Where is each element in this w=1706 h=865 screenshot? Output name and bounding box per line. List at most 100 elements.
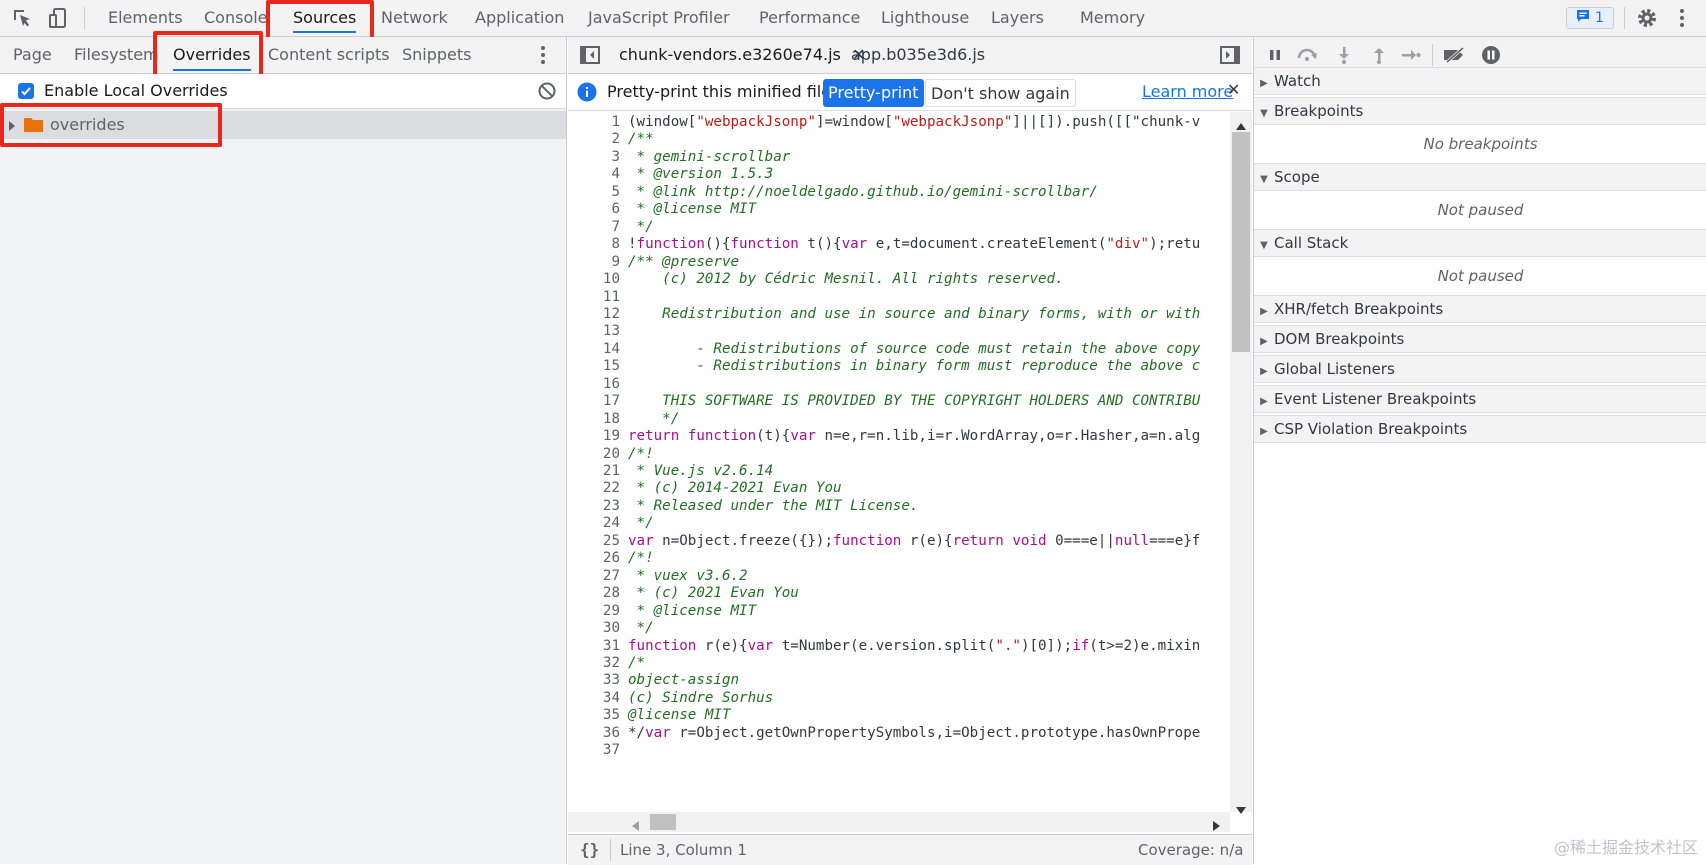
collapsed-arrow-icon[interactable]: ▶ xyxy=(1254,419,1274,445)
navigator-tab-page[interactable]: Page xyxy=(13,37,52,73)
line-number[interactable]: 16 xyxy=(568,375,620,394)
code-line[interactable]: 1 (window["webpackJsonp"]=window["webpack… xyxy=(568,113,1228,132)
pretty-print-button[interactable]: Pretty-print xyxy=(823,79,924,107)
line-number[interactable]: 3 xyxy=(568,148,620,167)
tab-layers[interactable]: Layers xyxy=(991,0,1044,36)
enable-overrides-checkbox[interactable] xyxy=(18,83,34,99)
line-number[interactable]: 7 xyxy=(568,218,620,237)
code-line[interactable]: 15 - Redistributions in binary form must… xyxy=(568,357,1228,376)
line-number[interactable]: 9 xyxy=(568,253,620,272)
code-line[interactable]: 21 * Vue.js v2.6.14 xyxy=(568,462,1228,481)
expanded-arrow-icon[interactable]: ▼ xyxy=(1254,167,1274,193)
expanded-arrow-icon[interactable]: ▼ xyxy=(1254,101,1274,127)
collapsed-arrow-icon[interactable]: ▶ xyxy=(1254,389,1274,415)
tab-performance[interactable]: Performance xyxy=(759,0,860,36)
step-icon[interactable] xyxy=(1398,42,1424,68)
line-number[interactable]: 5 xyxy=(568,183,620,202)
line-number[interactable]: 30 xyxy=(568,619,620,638)
navigator-more-icon[interactable] xyxy=(540,45,546,69)
code-line[interactable]: 29 * @license MIT xyxy=(568,602,1228,621)
line-number[interactable]: 14 xyxy=(568,340,620,359)
tree-item-overrides-folder[interactable]: overrides xyxy=(0,111,566,139)
scroll-right-arrow-icon[interactable] xyxy=(1213,817,1220,835)
collapsed-arrow-icon[interactable]: ▶ xyxy=(1254,71,1274,97)
code-line[interactable]: 14 - Redistributions of source code must… xyxy=(568,340,1228,359)
dont-show-again-button[interactable]: Don't show again xyxy=(925,79,1076,107)
vertical-scrollbar[interactable] xyxy=(1230,112,1252,814)
tab-network[interactable]: Network xyxy=(381,0,448,36)
section-header-global-listeners[interactable]: ▶ Global Listeners xyxy=(1254,355,1706,383)
collapsed-arrow-icon[interactable]: ▶ xyxy=(1254,329,1274,355)
line-number[interactable]: 36 xyxy=(568,724,620,743)
line-number[interactable]: 2 xyxy=(568,130,620,149)
scroll-left-arrow-icon[interactable] xyxy=(632,817,639,835)
code-line[interactable]: 16 xyxy=(568,375,1228,394)
device-toolbar-icon[interactable] xyxy=(44,4,72,32)
line-number[interactable]: 31 xyxy=(568,637,620,656)
tab-console[interactable]: Console xyxy=(204,0,268,36)
tab-memory[interactable]: Memory xyxy=(1080,0,1145,36)
code-line[interactable]: 12 Redistribution and use in source and … xyxy=(568,305,1228,324)
clear-overrides-icon[interactable] xyxy=(537,81,557,105)
navigator-tab-snippets[interactable]: Snippets xyxy=(402,37,472,73)
tab-application[interactable]: Application xyxy=(475,0,564,36)
navigator-tab-overrides[interactable]: Overrides xyxy=(173,37,251,73)
tab-sources[interactable]: Sources xyxy=(293,0,357,36)
vertical-scroll-thumb[interactable] xyxy=(1232,132,1250,352)
line-number[interactable]: 11 xyxy=(568,288,620,307)
pause-on-exceptions-icon[interactable] xyxy=(1478,42,1504,68)
code-line[interactable]: 3 * gemini-scrollbar xyxy=(568,148,1228,167)
section-header-call-stack[interactable]: ▼ Call Stack xyxy=(1254,229,1706,257)
tab-javascript-profiler[interactable]: JavaScript Profiler xyxy=(588,0,730,36)
code-line[interactable]: 36 */var r=Object.getOwnPropertySymbols,i… xyxy=(568,724,1228,743)
learn-more-link[interactable]: Learn more xyxy=(1142,82,1233,101)
section-header-csp-violation-breakpoints[interactable]: ▶ CSP Violation Breakpoints xyxy=(1254,415,1706,443)
code-line[interactable]: 33 object-assign xyxy=(568,671,1228,690)
navigator-tab-filesystem[interactable]: Filesystem xyxy=(74,37,159,73)
section-header-dom-breakpoints[interactable]: ▶ DOM Breakpoints xyxy=(1254,325,1706,353)
pretty-print-toggle-icon[interactable]: {} xyxy=(580,840,599,859)
line-number[interactable]: 25 xyxy=(568,532,620,551)
line-number[interactable]: 13 xyxy=(568,322,620,341)
code-line[interactable]: 34 (c) Sindre Sorhus xyxy=(568,689,1228,708)
code-line[interactable]: 7 */ xyxy=(568,218,1228,237)
code-line[interactable]: 24 */ xyxy=(568,514,1228,533)
tab-lighthouse[interactable]: Lighthouse xyxy=(881,0,969,36)
code-line[interactable]: 30 */ xyxy=(568,619,1228,638)
line-number[interactable]: 17 xyxy=(568,392,620,411)
line-number[interactable]: 26 xyxy=(568,549,620,568)
line-number[interactable]: 23 xyxy=(568,497,620,516)
code-line[interactable]: 35 @license MIT xyxy=(568,706,1228,725)
code-line[interactable]: 17 THIS SOFTWARE IS PROVIDED BY THE COPY… xyxy=(568,392,1228,411)
line-number[interactable]: 34 xyxy=(568,689,620,708)
code-line[interactable]: 37 xyxy=(568,741,1228,760)
editor-tab-chunk-vendors[interactable]: chunk-vendors.e3260e74.js ✕ xyxy=(619,37,865,73)
line-number[interactable]: 18 xyxy=(568,410,620,429)
section-header-xhr-fetch-breakpoints[interactable]: ▶ XHR/fetch Breakpoints xyxy=(1254,295,1706,323)
line-number[interactable]: 1 xyxy=(568,113,620,132)
line-number[interactable]: 24 xyxy=(568,514,620,533)
code-line[interactable]: 26 /*! xyxy=(568,549,1228,568)
line-number[interactable]: 29 xyxy=(568,602,620,621)
line-number[interactable]: 12 xyxy=(568,305,620,324)
code-line[interactable]: 27 * vuex v3.6.2 xyxy=(568,567,1228,586)
code-line[interactable]: 2 /** xyxy=(568,130,1228,149)
code-line[interactable]: 22 * (c) 2014-2021 Evan You xyxy=(568,479,1228,498)
line-number[interactable]: 20 xyxy=(568,445,620,464)
expand-arrow-icon[interactable] xyxy=(8,118,16,136)
navigator-tab-content-scripts[interactable]: Content scripts xyxy=(268,37,390,73)
horizontal-scroll-thumb[interactable] xyxy=(650,814,676,830)
code-line[interactable]: 18 */ xyxy=(568,410,1228,429)
code-line[interactable]: 10 (c) 2012 by Cédric Mesnil. All rights… xyxy=(568,270,1228,289)
code-line[interactable]: 11 xyxy=(568,288,1228,307)
toggle-debugger-icon[interactable] xyxy=(1220,46,1240,68)
editor-tab-app[interactable]: app.b035e3d6.js xyxy=(851,37,985,73)
line-number[interactable]: 15 xyxy=(568,357,620,376)
step-out-icon[interactable] xyxy=(1366,42,1392,68)
deactivate-breakpoints-icon[interactable] xyxy=(1442,42,1468,68)
line-number[interactable]: 19 xyxy=(568,427,620,446)
line-number[interactable]: 10 xyxy=(568,270,620,289)
section-header-scope[interactable]: ▼ Scope xyxy=(1254,163,1706,191)
line-number[interactable]: 21 xyxy=(568,462,620,481)
code-line[interactable]: 6 * @license MIT xyxy=(568,200,1228,219)
